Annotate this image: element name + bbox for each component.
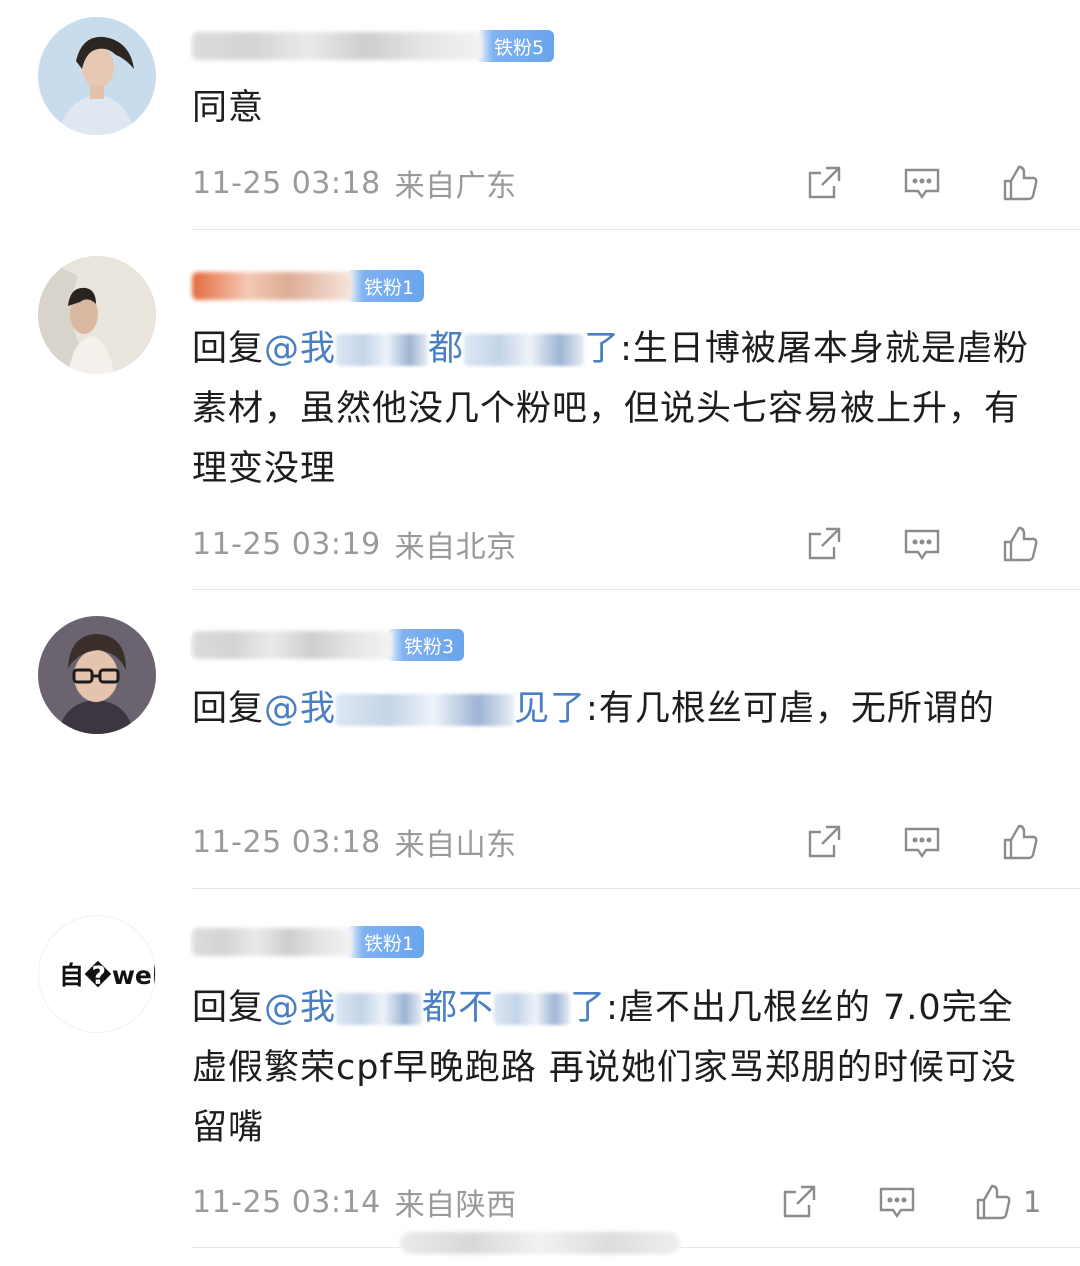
username-blurred[interactable] [192,928,352,956]
comment-meta: 11-25 03:18 来自广东 [192,161,1042,205]
comment-actions [802,522,1042,566]
avatar[interactable] [38,17,156,135]
fan-badge: 铁粉1 [346,270,425,302]
divider [192,888,1080,889]
divider [192,589,1080,590]
comment-button[interactable] [900,820,944,864]
comment-time: 11-25 03:19 [192,526,381,562]
share-button[interactable] [802,161,846,205]
comment-icon [879,1187,915,1219]
comment-icon [904,168,940,200]
mention-blurred [336,334,429,366]
share-icon [783,1185,816,1218]
username-blurred[interactable] [192,32,482,60]
comment-actions [802,161,1042,205]
comment-button[interactable] [900,522,944,566]
comment-location: 来自广东 [394,169,517,204]
like-icon [1003,526,1038,562]
comment-meta: 11-25 03:19 来自北京 [192,522,1042,566]
fan-badge: 铁粉5 [476,30,555,62]
comment-actions [802,820,1042,864]
divider [192,229,1080,230]
share-button[interactable] [802,820,846,864]
like-button[interactable]: 1 [973,1180,1042,1224]
username-row: 铁粉1 [192,924,425,960]
comment-meta: 11-25 03:18 来自山东 [192,820,1042,864]
username-row: 铁粉5 [192,28,555,64]
comment-location: 来自北京 [394,530,517,565]
avatar[interactable] [38,256,156,374]
comment-time: 11-25 03:14 [192,1184,381,1220]
share-button[interactable] [777,1180,821,1224]
share-icon [808,825,841,858]
comment-time: 11-25 03:18 [192,824,381,860]
username-row: 铁粉1 [192,268,425,304]
mention-link[interactable]: @我都了 [264,329,620,369]
comment-icon [904,529,940,561]
comment-text: 回复@我 都不 了:虐不出几根丝的 7.0完全虚假繁荣cpf早晚跑路 再说她们家骂郑… [192,988,1017,1148]
comment-text: 回复@我都了:生日博被屠本身就是虐粉素材，虽然他没几个粉吧，但说头七容易被上升，… [192,329,1029,489]
share-button[interactable] [802,522,846,566]
comment-text: 回复@我 见了:有几根丝可虐，无所谓的 [192,689,995,729]
comment-text: 同意 [192,88,265,128]
like-icon [1003,165,1038,201]
like-icon [1003,824,1038,860]
like-button[interactable] [998,820,1042,864]
comment-location: 来自陕西 [394,1188,517,1223]
reply-prefix: 回复 [192,689,265,729]
avatar[interactable] [38,616,156,734]
username-blurred[interactable] [192,631,392,659]
username-row: 铁粉3 [192,627,465,663]
comment-actions: 1 [777,1180,1042,1224]
avatar[interactable]: 自�web怪 [38,915,156,1033]
mention-blurred [494,993,571,1025]
comment-button[interactable] [900,161,944,205]
fan-badge: 铁粉1 [346,926,425,958]
comment-button[interactable] [875,1180,919,1224]
like-icon [976,1184,1011,1220]
blurred-watermark [400,1232,680,1254]
share-icon [808,527,841,560]
reply-prefix: 回复 [192,329,265,369]
mention-blurred [336,694,515,726]
fan-badge: 铁粉3 [386,629,465,661]
share-icon [808,166,841,199]
comment-icon [904,827,940,859]
like-button[interactable] [998,161,1042,205]
mention-blurred [336,993,423,1025]
username-blurred[interactable] [192,272,352,300]
like-button[interactable] [998,522,1042,566]
reply-prefix: 回复 [192,988,265,1028]
comment-location: 来自山东 [394,828,517,863]
mention-blurred [464,334,585,366]
avatar-text: 自�web怪 [59,961,155,990]
mention-link[interactable]: @我 见了 [264,689,586,729]
like-count: 1 [1023,1185,1042,1219]
comment-time: 11-25 03:18 [192,165,381,201]
comment-meta: 11-25 03:14 来自陕西 1 [192,1180,1042,1224]
mention-link[interactable]: @我 都不了 [264,988,606,1028]
